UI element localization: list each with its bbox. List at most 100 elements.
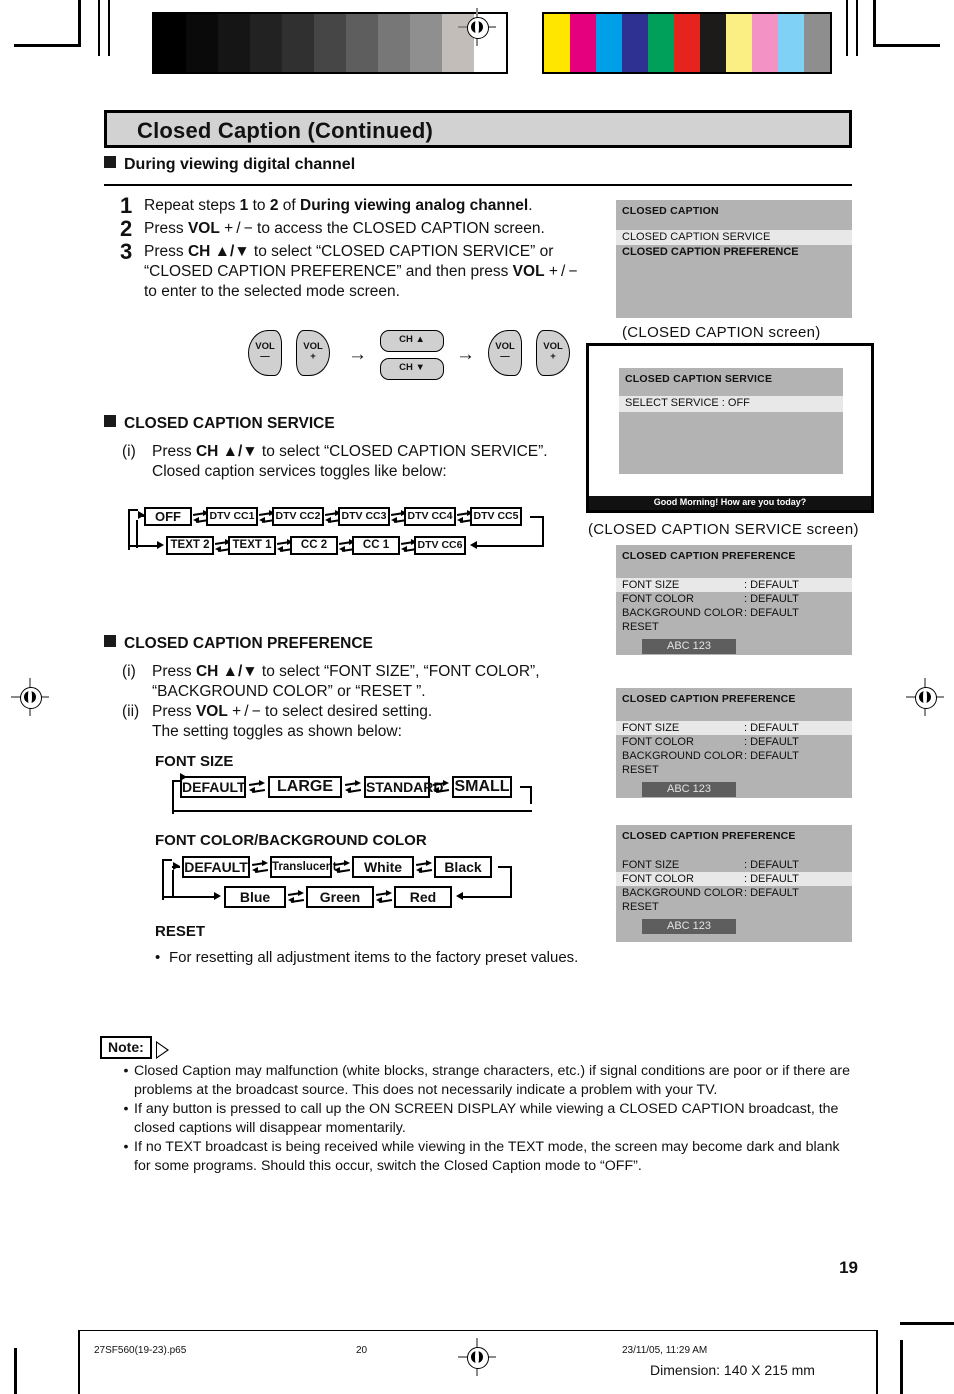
toggle-option-box[interactable]: Blue <box>224 886 286 908</box>
row-value: : DEFAULT <box>744 607 799 619</box>
toggle-option-box[interactable]: DTV CC4 <box>404 507 456 526</box>
screen-row-font-color[interactable]: FONT COLOR: DEFAULT <box>616 872 852 886</box>
toggle-option-box[interactable]: DTV CC5 <box>470 507 522 526</box>
screen-row-font-color[interactable]: FONT COLOR: DEFAULT <box>616 735 852 749</box>
step-item: 3 Press CH ▲/▼ to select “CLOSED CAPTION … <box>120 239 590 302</box>
toggle-option-box[interactable]: STANDARD <box>364 776 444 798</box>
screen-row-background-color[interactable]: BACKGROUND COLOR: DEFAULT <box>616 749 852 763</box>
chain-connector <box>172 810 532 812</box>
toggle-option-box[interactable]: CC 2 <box>290 536 338 555</box>
toggle-option-box[interactable]: LARGE <box>268 776 342 798</box>
toggle-option-box[interactable]: White <box>352 856 414 878</box>
toggle-arrows-icon <box>375 889 393 905</box>
color-swatch-8 <box>752 14 778 72</box>
cc-service-toggle-chain: OFF DTV CC1 DTV CC2 DTV CC3 DTV CC4 DTV CC5 TE… <box>126 505 546 561</box>
toggle-option-box[interactable]: OFF <box>144 507 192 526</box>
chain-connector <box>172 866 180 868</box>
gray-swatch-3 <box>250 14 282 72</box>
screen-row-reset[interactable]: RESET <box>616 900 852 914</box>
footer-folio: 20 <box>356 1345 368 1356</box>
row-label: BACKGROUND COLOR <box>622 887 744 899</box>
toggle-option-box[interactable]: Translucent <box>270 856 337 878</box>
chain-connector <box>530 786 532 804</box>
step-text: Press CH ▲/▼ to select “CLOSED CAPTION S… <box>144 243 578 300</box>
screen-header: CLOSED CAPTION PREFERENCE <box>616 545 852 571</box>
toggle-option-box[interactable]: DEFAULT <box>180 776 246 798</box>
closed-caption-service-screen-frame: CLOSED CAPTION SERVICE SELECT SERVICE : … <box>586 343 874 513</box>
cc-preference-item-i: (i) Press CH ▲/▼ to select “FONT SIZE”, … <box>122 662 584 702</box>
bullet-dot: • <box>123 1139 129 1155</box>
screen-row-font-color[interactable]: FONT COLOR: DEFAULT <box>616 592 852 606</box>
toggle-option-box[interactable]: TEXT 1 <box>228 536 276 555</box>
toggle-option-box[interactable]: SMALL <box>452 776 512 798</box>
screen-row-select-service[interactable]: SELECT SERVICE : OFF <box>619 396 843 412</box>
caption-text-bar: Good Morning! How are you today? <box>589 496 871 510</box>
screen-row-font-size[interactable]: FONT SIZE: DEFAULT <box>616 721 852 735</box>
color-swatch-6 <box>700 14 726 72</box>
screen-row-reset[interactable]: RESET <box>616 763 852 777</box>
bullet-square-icon <box>104 415 116 427</box>
step-item: 1 Repeat steps 1 to 2 of During viewing a… <box>120 195 590 217</box>
row-value: : DEFAULT <box>744 873 799 885</box>
toggle-option-box[interactable]: DTV CC3 <box>338 507 390 526</box>
chain-connector <box>172 780 174 814</box>
row-label: FONT SIZE <box>622 859 680 871</box>
step-item: 2 Press VOL + / − to access the CLOSED CA… <box>120 218 590 240</box>
chain-connector <box>542 515 544 547</box>
closed-caption-screen: CLOSED CAPTION CLOSED CAPTION SERVICE CL… <box>616 200 852 318</box>
caption-sample-box: ABC 123 <box>642 782 736 797</box>
ch-down-key: CH ▼ <box>380 358 444 380</box>
color-swatch-7 <box>726 14 752 72</box>
screen-header: CLOSED CAPTION PREFERENCE <box>616 825 852 851</box>
color-swatch-5 <box>674 14 700 72</box>
steps-list: 1 Repeat steps 1 to 2 of During viewing a… <box>120 195 590 305</box>
screen-row-cc-preference[interactable]: CLOSED CAPTION PREFERENCE <box>616 245 852 260</box>
row-value: : DEFAULT <box>744 736 799 748</box>
registration-mark-bottom <box>458 1338 496 1376</box>
screen-row-font-size[interactable]: FONT SIZE: DEFAULT <box>616 578 852 592</box>
color-swatch-2 <box>596 14 622 72</box>
toggle-arrows-icon <box>248 779 266 795</box>
reset-title: RESET <box>155 923 206 940</box>
toggle-option-box[interactable]: Green <box>306 886 374 908</box>
screen-header: CLOSED CAPTION PREFERENCE <box>616 688 852 714</box>
toggle-arrows-icon <box>333 859 351 875</box>
cc-service-item-i: (i) Press CH ▲/▼ to select “CLOSED CAPTI… <box>122 442 582 482</box>
screen-row-cc-service[interactable]: CLOSED CAPTION SERVICE <box>616 230 852 245</box>
closed-caption-service-screen: CLOSED CAPTION SERVICE SELECT SERVICE : … <box>619 368 843 474</box>
registration-mark-right <box>906 678 944 716</box>
bullet-square-icon <box>104 635 116 647</box>
gray-swatch-6 <box>346 14 378 72</box>
toggle-option-box[interactable]: DEFAULT <box>182 856 250 878</box>
screen-row-background-color[interactable]: BACKGROUND COLOR: DEFAULT <box>616 606 852 620</box>
bullet-dot: • <box>155 949 161 966</box>
step-number: 3 <box>120 239 133 264</box>
toggle-option-box[interactable]: TEXT 2 <box>166 536 214 555</box>
toggle-arrows-icon <box>432 779 450 795</box>
step-text: Press VOL + / − to access the CLOSED CAP… <box>144 220 545 237</box>
closed-caption-preference-screen-1: CLOSED CAPTION PREFERENCE FONT SIZE: DEFA… <box>616 545 852 655</box>
toggle-arrows-icon <box>251 859 269 875</box>
bullet-square-icon <box>104 156 116 168</box>
toggle-option-box[interactable]: CC 1 <box>352 536 400 555</box>
note-bullet: • If any button is pressed to call up the… <box>118 1100 858 1137</box>
toggle-option-box[interactable]: DTV CC1 <box>206 507 258 526</box>
toggle-arrows-icon <box>415 859 433 875</box>
chain-connector <box>162 859 172 861</box>
toggle-option-box[interactable]: Black <box>434 856 492 878</box>
screen-row-reset[interactable]: RESET <box>616 620 852 634</box>
toggle-option-box[interactable]: DTV CC6 <box>414 536 466 555</box>
cc-preference-item-ii: (ii) Press VOL + / − to select desired s… <box>122 702 584 742</box>
chain-arrow-icon <box>470 540 477 549</box>
screen-row-font-size[interactable]: FONT SIZE: DEFAULT <box>616 858 852 872</box>
screen-row-background-color[interactable]: BACKGROUND COLOR: DEFAULT <box>616 886 852 900</box>
color-swatch-3 <box>622 14 648 72</box>
registration-mark-left <box>11 678 49 716</box>
toggle-option-box[interactable]: Red <box>394 886 452 908</box>
footer-divider <box>78 1330 876 1331</box>
section-heading: During viewing digital channel <box>104 156 355 174</box>
toggle-option-box[interactable]: DTV CC2 <box>272 507 324 526</box>
font-color-toggle-chain: DEFAULT Translucent White Black Blue Green Red <box>160 854 550 910</box>
cc-preference-instruction-ii: Press VOL + / − to select desired settin… <box>152 703 433 720</box>
screen-header-label: CLOSED CAPTION PREFERENCE <box>622 550 796 562</box>
